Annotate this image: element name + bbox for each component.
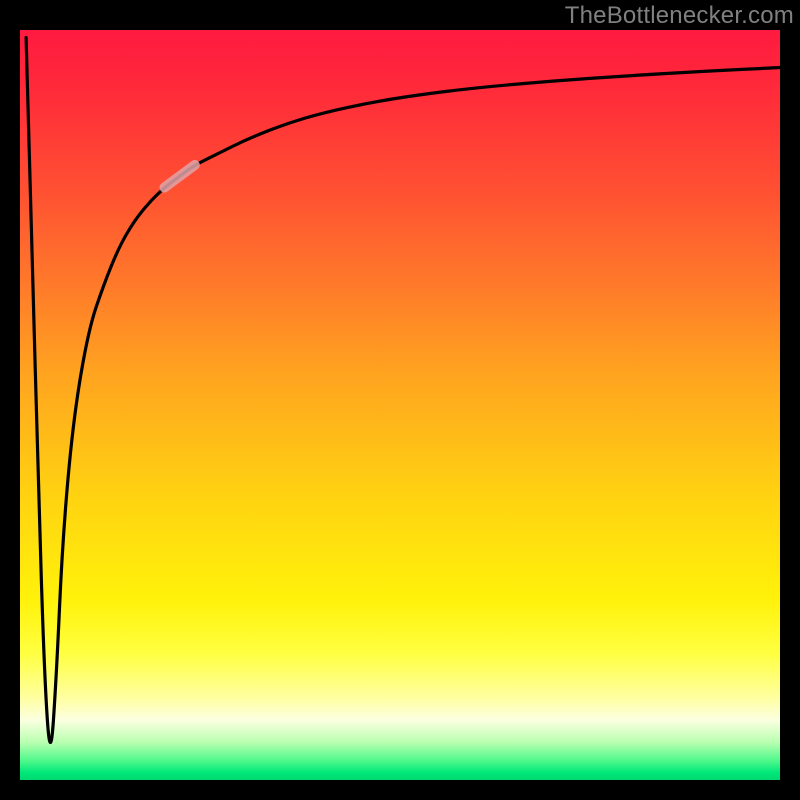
watermark-label: TheBottlenecker.com bbox=[565, 2, 794, 30]
chart-plot-area bbox=[20, 30, 780, 780]
bottleneck-curve bbox=[20, 30, 780, 780]
